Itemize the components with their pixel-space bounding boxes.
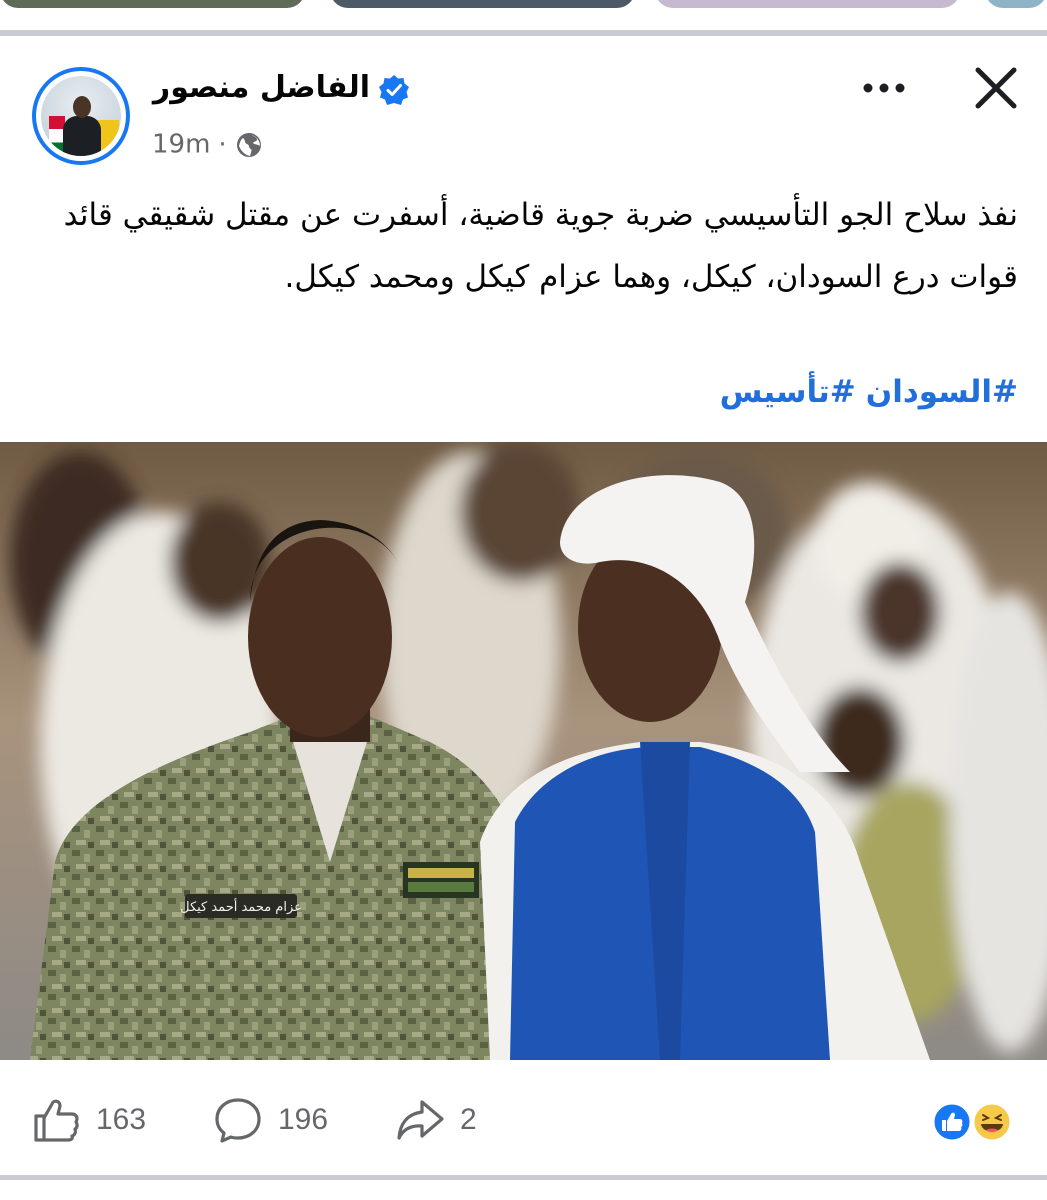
haha-reaction-icon <box>971 1101 1013 1143</box>
stories-strip <box>0 0 1047 10</box>
author-avatar[interactable] <box>32 67 130 165</box>
more-options-icon[interactable] <box>856 68 912 108</box>
comment-icon <box>215 1098 261 1143</box>
like-button[interactable]: 163 <box>30 1093 146 1147</box>
comment-count: 196 <box>278 1103 329 1136</box>
meta-separator: · <box>218 129 227 160</box>
avatar-image <box>41 76 121 156</box>
feed-separator-bottom <box>0 1175 1047 1180</box>
comment-button[interactable]: 196 <box>212 1093 328 1147</box>
hashtag-link[interactable]: #السودان <box>866 374 1018 410</box>
post-body-text: نفذ سلاح الجو التأسيسي ضربة جوية قاضية، … <box>63 197 1018 295</box>
hashtag-link[interactable]: #تأسيس <box>720 374 856 410</box>
story-thumbnail[interactable] <box>655 0 960 8</box>
like-count: 163 <box>96 1103 147 1136</box>
post-photo[interactable]: عزام محمد أحمد كيكل <box>0 442 1047 1060</box>
author-name[interactable]: الفاضل منصور <box>153 66 370 110</box>
story-thumbnail[interactable] <box>0 0 305 8</box>
hashtag-row: #السودان #تأسيس <box>28 366 1018 418</box>
verified-badge-icon <box>379 75 409 105</box>
share-button[interactable]: 2 <box>394 1093 477 1147</box>
globe-icon[interactable] <box>235 131 263 159</box>
story-thumbnail[interactable] <box>330 0 635 8</box>
post-meta: 19m · <box>152 124 263 164</box>
post-time[interactable]: 19m <box>152 130 210 160</box>
close-icon[interactable] <box>970 62 1022 114</box>
like-icon <box>34 1099 79 1142</box>
reaction-summary[interactable] <box>930 1099 1020 1145</box>
share-count: 2 <box>460 1103 477 1136</box>
like-reaction-icon <box>931 1101 973 1143</box>
uniform-name-tag: عزام محمد أحمد كيكل <box>180 898 302 915</box>
feed-separator <box>0 30 1047 36</box>
share-icon <box>397 1100 444 1140</box>
story-thumbnail[interactable] <box>985 0 1047 8</box>
post-actions-bar: 163 196 2 <box>0 1085 1047 1155</box>
